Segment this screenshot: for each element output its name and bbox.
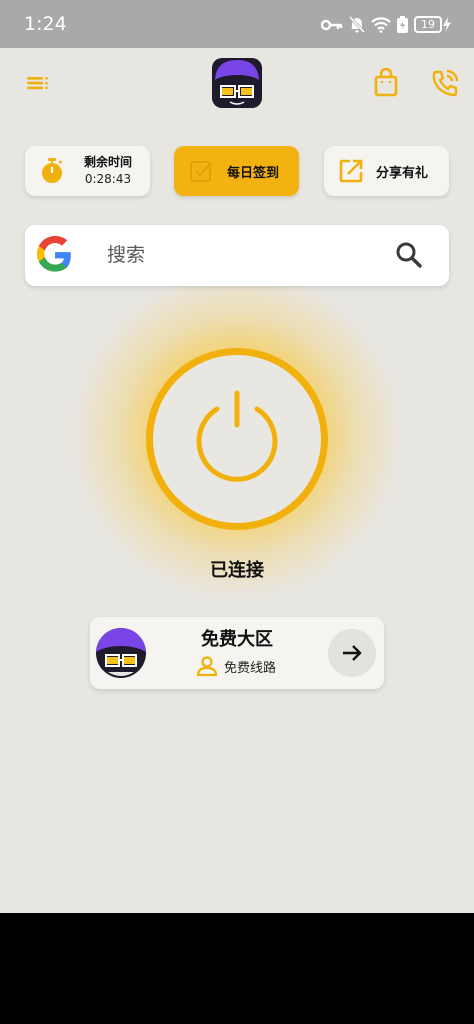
daily-checkin-label: 每日签到 (227, 166, 280, 181)
server-line: 免费线路 (196, 655, 276, 677)
shop-button[interactable] (373, 67, 399, 98)
battery-saver-icon (397, 16, 408, 33)
battery-indicator: 19 (414, 16, 452, 33)
stopwatch-icon (42, 158, 63, 183)
wifi-icon (371, 16, 391, 33)
search-icon[interactable] (394, 240, 424, 270)
support-button[interactable] (430, 68, 460, 98)
remaining-time-chip[interactable]: 剩余时间 0:28:43 (25, 146, 150, 196)
search-input[interactable] (107, 239, 407, 271)
share-gift-button[interactable]: 分享有礼 (324, 146, 449, 196)
daily-checkin-button[interactable]: 每日签到 (174, 146, 299, 196)
search-bar[interactable] (25, 225, 449, 286)
checkbox-icon (190, 161, 212, 182)
key-icon (321, 19, 343, 30)
remaining-time-value: 0:28:43 (84, 172, 132, 186)
charging-icon (443, 17, 451, 32)
remaining-time-title: 剩余时间 (83, 155, 132, 169)
power-icon (196, 390, 278, 482)
user-icon (196, 656, 218, 677)
server-line-label: 免费线路 (224, 660, 277, 676)
connection-status: 已连接 (210, 560, 264, 581)
app-screen: 1:24 19 剩余时间 0:28:43 每日签到 分享有礼 搜索 已连接 免费… (0, 0, 474, 913)
connect-power-button[interactable] (146, 348, 328, 530)
google-icon (36, 236, 71, 272)
status-icons: 19 (321, 16, 452, 33)
share-gift-label: 分享有礼 (376, 166, 429, 181)
status-time: 1:24 (24, 13, 67, 35)
server-selector[interactable]: 免费大区 免费线路 (90, 617, 384, 689)
share-icon (339, 159, 363, 183)
mute-bell-icon (349, 16, 365, 33)
menu-button[interactable] (22, 70, 52, 96)
shopping-bag-icon (374, 67, 398, 97)
phone-icon (432, 69, 459, 97)
server-arrow-button[interactable] (328, 629, 376, 677)
battery-level: 19 (414, 16, 442, 33)
menu-icon (27, 77, 48, 90)
app-logo (212, 58, 262, 108)
arrow-right-icon (343, 645, 362, 661)
status-bar: 1:24 19 (0, 0, 474, 48)
